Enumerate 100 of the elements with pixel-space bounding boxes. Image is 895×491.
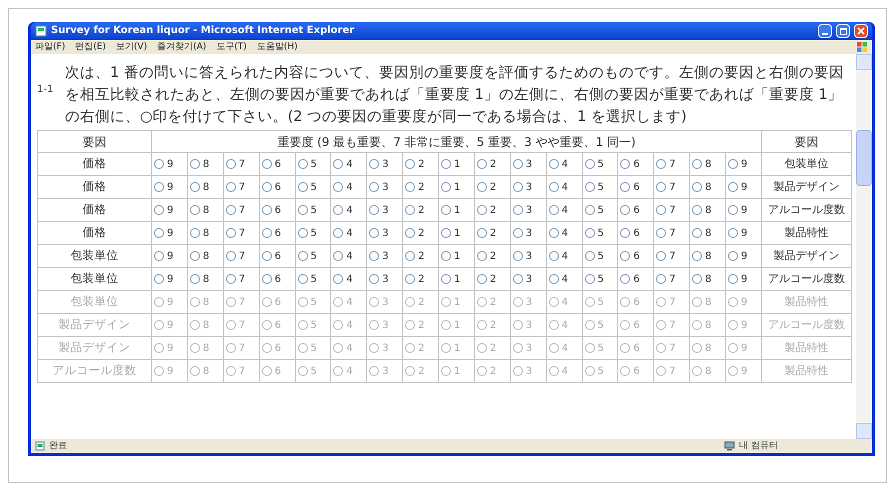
menu-item[interactable]: 즐겨찾기(A) — [157, 42, 206, 52]
radio-button[interactable] — [728, 182, 738, 192]
radio-button[interactable] — [298, 205, 308, 215]
radio-button[interactable] — [298, 159, 308, 169]
radio-button[interactable] — [190, 205, 200, 215]
radio-button[interactable] — [369, 228, 380, 238]
radio-button[interactable] — [584, 274, 594, 284]
menu-item[interactable]: 편집(E) — [75, 42, 106, 52]
radio-button[interactable] — [190, 251, 200, 261]
radio-button[interactable] — [692, 228, 702, 238]
radio-button[interactable] — [584, 205, 594, 215]
radio-button[interactable] — [226, 159, 236, 169]
radio-button[interactable] — [584, 159, 594, 169]
radio-button[interactable] — [656, 159, 666, 169]
radio-button[interactable] — [692, 159, 702, 169]
radio-button[interactable] — [548, 251, 559, 261]
radio-button[interactable] — [728, 228, 738, 238]
radio-button[interactable] — [405, 205, 416, 215]
radio-button[interactable] — [656, 205, 666, 215]
radio-button[interactable] — [298, 228, 308, 238]
radio-button[interactable] — [548, 274, 559, 284]
radio-button[interactable] — [476, 228, 487, 238]
radio-button[interactable] — [262, 182, 272, 192]
radio-button[interactable] — [333, 274, 344, 284]
radio-button[interactable] — [154, 205, 164, 215]
radio-button[interactable] — [226, 251, 236, 261]
radio-button[interactable] — [441, 182, 451, 192]
radio-button[interactable] — [441, 205, 451, 215]
menu-item[interactable]: 파일(F) — [35, 42, 66, 52]
radio-button[interactable] — [692, 182, 702, 192]
radio-button[interactable] — [369, 205, 380, 215]
radio-button[interactable] — [226, 228, 236, 238]
radio-button[interactable] — [262, 159, 272, 169]
radio-button[interactable] — [262, 228, 272, 238]
radio-button[interactable] — [728, 205, 738, 215]
radio-button[interactable] — [620, 182, 630, 192]
radio-button[interactable] — [728, 251, 738, 261]
radio-button[interactable] — [548, 182, 559, 192]
radio-button[interactable] — [369, 251, 380, 261]
radio-button[interactable] — [369, 274, 380, 284]
radio-button[interactable] — [512, 251, 523, 261]
radio-button[interactable] — [262, 205, 272, 215]
radio-button[interactable] — [476, 159, 487, 169]
menu-item[interactable]: 도움말(H) — [256, 42, 298, 52]
radio-button[interactable] — [620, 205, 630, 215]
radio-button[interactable] — [441, 159, 451, 169]
radio-button[interactable] — [441, 228, 451, 238]
radio-button[interactable] — [441, 251, 451, 261]
radio-button[interactable] — [405, 182, 416, 192]
radio-button[interactable] — [620, 228, 630, 238]
radio-button[interactable] — [692, 274, 702, 284]
radio-button[interactable] — [405, 228, 416, 238]
radio-button[interactable] — [333, 251, 344, 261]
radio-button[interactable] — [405, 159, 416, 169]
radio-button[interactable] — [512, 228, 523, 238]
radio-button[interactable] — [298, 274, 308, 284]
radio-button[interactable] — [656, 228, 666, 238]
menu-item[interactable]: 도구(T) — [216, 42, 247, 52]
radio-button[interactable] — [369, 182, 380, 192]
close-button[interactable] — [854, 24, 868, 38]
radio-button[interactable] — [190, 182, 200, 192]
radio-button[interactable] — [154, 182, 164, 192]
radio-button[interactable] — [154, 251, 164, 261]
radio-button[interactable] — [262, 274, 272, 284]
radio-button[interactable] — [476, 205, 487, 215]
radio-button[interactable] — [226, 205, 236, 215]
radio-button[interactable] — [584, 228, 594, 238]
radio-button[interactable] — [298, 251, 308, 261]
radio-button[interactable] — [333, 182, 344, 192]
radio-button[interactable] — [190, 159, 200, 169]
radio-button[interactable] — [512, 205, 523, 215]
radio-button[interactable] — [512, 159, 523, 169]
minimize-button[interactable] — [818, 24, 832, 38]
radio-button[interactable] — [154, 274, 164, 284]
radio-button[interactable] — [333, 159, 344, 169]
radio-button[interactable] — [548, 159, 559, 169]
radio-button[interactable] — [190, 228, 200, 238]
radio-button[interactable] — [441, 274, 451, 284]
radio-button[interactable] — [656, 274, 666, 284]
radio-button[interactable] — [692, 205, 702, 215]
radio-button[interactable] — [405, 251, 416, 261]
radio-button[interactable] — [728, 159, 738, 169]
menu-item[interactable]: 보기(V) — [116, 42, 148, 52]
radio-button[interactable] — [584, 251, 594, 261]
radio-button[interactable] — [226, 274, 236, 284]
radio-button[interactable] — [333, 228, 344, 238]
maximize-button[interactable] — [836, 24, 850, 38]
radio-button[interactable] — [620, 274, 630, 284]
radio-button[interactable] — [692, 251, 702, 261]
radio-button[interactable] — [154, 228, 164, 238]
radio-button[interactable] — [476, 274, 487, 284]
scrollbar[interactable] — [856, 54, 872, 439]
radio-button[interactable] — [620, 159, 630, 169]
radio-button[interactable] — [620, 251, 630, 261]
radio-button[interactable] — [512, 182, 523, 192]
radio-button[interactable] — [728, 274, 738, 284]
radio-button[interactable] — [584, 182, 594, 192]
radio-button[interactable] — [476, 251, 487, 261]
radio-button[interactable] — [298, 182, 308, 192]
radio-button[interactable] — [656, 251, 666, 261]
